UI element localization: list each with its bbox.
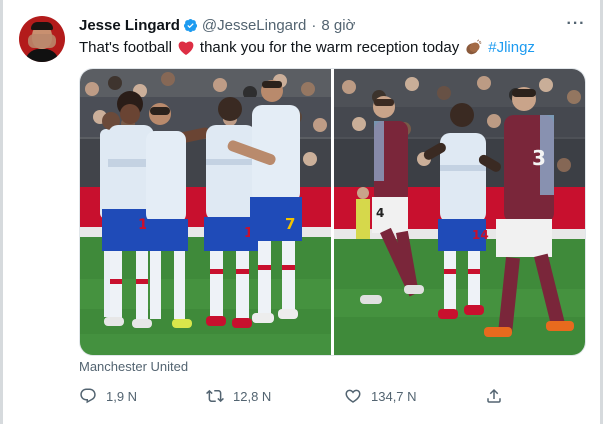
media-caption[interactable]: Manchester United [79,359,188,374]
tweet-text-part1: That's football [79,39,172,56]
svg-text:7: 7 [285,215,295,233]
tweet-timestamp[interactable]: 8 giờ [321,17,355,34]
reply-icon [80,388,96,404]
share-icon [487,388,501,403]
share-button[interactable] [485,385,512,407]
reply-button[interactable]: 1,9 N [79,385,137,407]
author-name[interactable]: Jesse Lingard [79,17,180,34]
heart-icon [345,389,361,403]
like-count: 134,7 N [371,388,417,404]
author-handle[interactable]: @JesseLingard [202,17,306,34]
header-separator: · [311,16,317,34]
retweet-count: 12,8 N [233,388,272,404]
clapping-hands-emoji-icon [466,39,482,55]
tweet-actions: 1,9 N 12,8 N 134,7 N [79,385,509,407]
retweet-icon [206,389,224,403]
tweet-text: That's football thank you for the warm r… [79,38,535,58]
tweet-header: Jesse Lingard @JesseLingard · 8 giờ [79,15,355,35]
like-button[interactable]: 134,7 N [344,385,417,407]
window-border-left [0,0,3,424]
tweet-text-part2: thank you for the warm reception today [199,39,460,56]
verified-badge-icon [183,18,197,32]
retweet-button[interactable]: 12,8 N [206,385,271,407]
svg-text:14: 14 [472,228,489,242]
tweet-media[interactable]: 11 [79,68,586,356]
celebration-photo[interactable]: 11 [80,69,331,355]
svg-text:3: 3 [532,146,546,170]
match-photo[interactable]: 4 14 3 [334,69,585,355]
more-options-icon[interactable]: ··· [565,13,587,35]
author-avatar[interactable] [19,16,65,62]
svg-text:4: 4 [376,206,384,220]
red-heart-emoji-icon [178,41,194,55]
hashtag-link[interactable]: #Jlingz [488,38,535,58]
reply-count: 1,9 N [106,388,138,404]
